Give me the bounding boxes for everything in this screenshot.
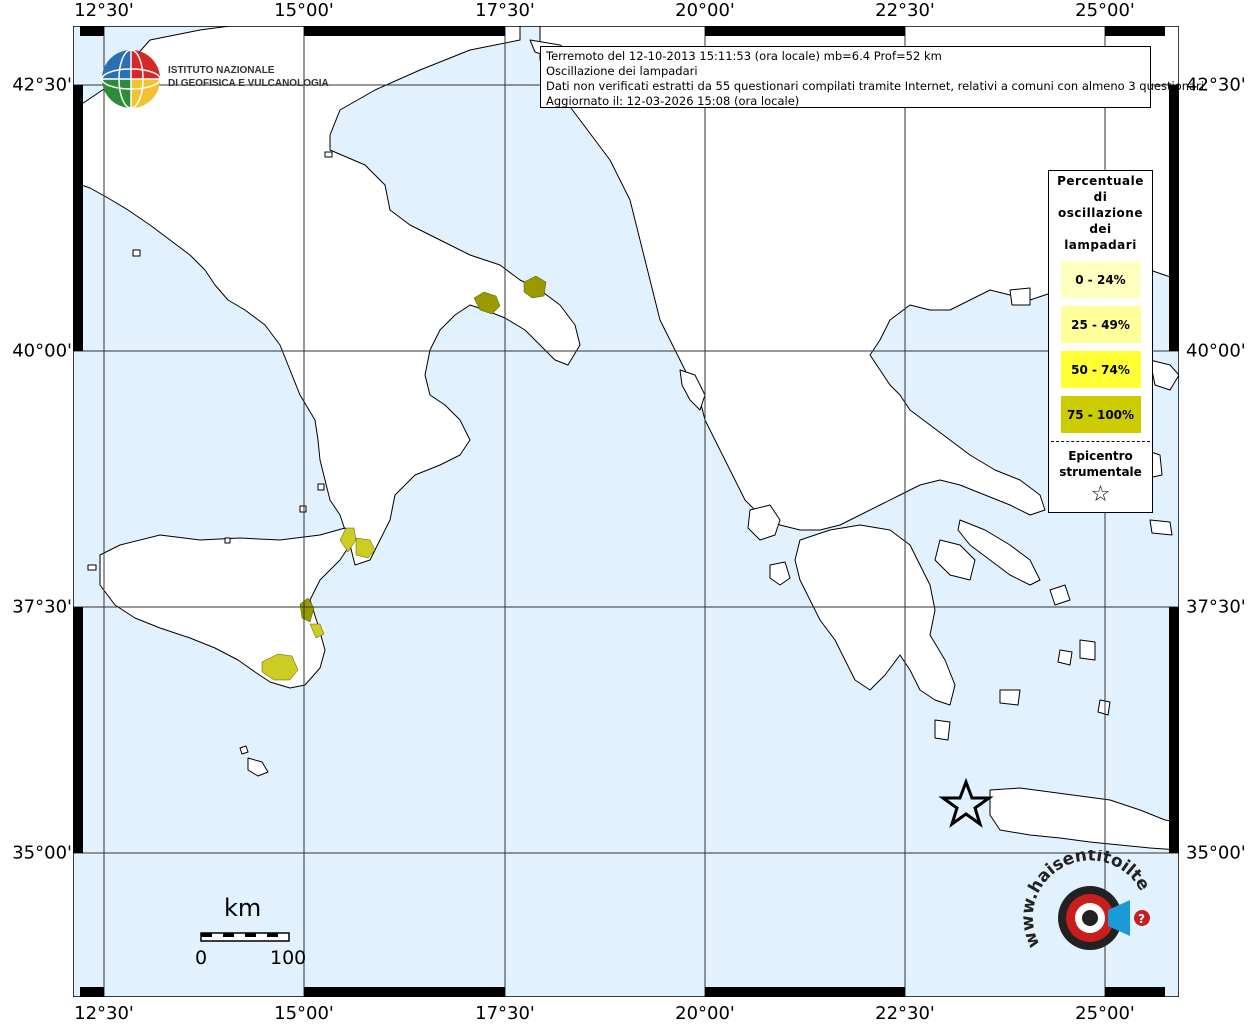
aeolian-2 [317, 483, 325, 491]
legend-epicenter-line: Epicentro [1068, 449, 1133, 463]
haisentito-badge-icon: www.haisentitoilterremoto.it ? [1011, 835, 1154, 951]
left-lat-label-2: 40°00' [12, 340, 72, 362]
bottom-lon-label-1: 12°30' [74, 1003, 134, 1024]
left-lat-label-1: 42°30' [12, 74, 72, 96]
tremiti [324, 151, 333, 158]
samos [1149, 519, 1173, 536]
legend-item-label: 75 - 100% [1066, 407, 1135, 422]
left-lat-label-3: 37°30' [12, 596, 72, 618]
left-lat-label-4: 35°00' [12, 842, 72, 864]
ingv-globe-icon [101, 49, 161, 109]
ingv-name-line2: DI GEOFISICA E VULCANOLOGIA [168, 78, 329, 89]
event-updated: Aggiornato il: 12-03-2026 15:08 (ora loc… [546, 94, 800, 108]
top-lon-label-6: 25°00' [1075, 0, 1135, 21]
legend-item-75-100: 75 - 100% [1060, 396, 1141, 433]
right-lat-label-4: 35°00' [1186, 842, 1246, 864]
legend: Percentuale di oscillazione dei lampadar… [1048, 170, 1153, 513]
event-data-note: Dati non verificati estratti da 55 quest… [546, 79, 1208, 93]
legend-item-label: 0 - 24% [1075, 272, 1126, 287]
legend-item-50-74: 50 - 74% [1060, 351, 1141, 388]
top-lon-label-2: 15°00' [274, 0, 334, 21]
legend-title-line: dei [1089, 222, 1112, 236]
scale-bar-unit: km [224, 894, 262, 922]
thasos [1009, 287, 1031, 306]
scale-bar-max: 100 [270, 947, 307, 969]
milos [999, 689, 1021, 706]
bottom-lon-label-5: 22°30' [875, 1003, 935, 1024]
top-lon-label-3: 17°30' [475, 0, 535, 21]
egadi [87, 564, 97, 571]
event-title: Terremoto del 12-10-2013 15:11:53 (ora l… [546, 49, 942, 63]
scale-bar: km 0 100 [190, 890, 320, 980]
scale-bar-min: 0 [195, 947, 208, 969]
legend-divider [1051, 441, 1150, 442]
map[interactable] [73, 26, 1179, 997]
legend-item-25-49: 25 - 49% [1060, 306, 1141, 343]
legend-title-line: oscillazione [1058, 206, 1143, 220]
bottom-lon-label-3: 17°30' [475, 1003, 535, 1024]
right-lat-label-3: 37°30' [1186, 596, 1246, 618]
ischia [132, 249, 141, 257]
bottom-lon-label-4: 20°00' [675, 1003, 735, 1024]
star-icon: ☆ [1090, 482, 1111, 507]
svg-text:?: ? [1138, 912, 1145, 926]
bottom-lon-label-6: 25°00' [1075, 1003, 1135, 1024]
ingv-name-line1: ISTITUTO NAZIONALE [168, 65, 275, 76]
legend-item-0-24: 0 - 24% [1060, 261, 1141, 298]
legend-epicenter-label: Epicentro strumentale [1049, 448, 1152, 480]
ustica [224, 537, 231, 544]
legend-title: Percentuale di oscillazione dei lampadar… [1049, 173, 1152, 253]
gozo [239, 745, 249, 755]
kythira [934, 719, 951, 741]
legend-title-line: Percentuale [1057, 174, 1144, 188]
scale-bar-graphic [200, 932, 290, 942]
legend-item-label: 50 - 74% [1071, 362, 1130, 377]
legend-title-line: lampadari [1064, 238, 1137, 252]
santorini [1097, 699, 1111, 716]
bottom-lon-label-2: 15°00' [274, 1003, 334, 1024]
top-lon-label-1: 12°30' [74, 0, 134, 21]
paros [1057, 649, 1073, 666]
legend-epicenter-line: strumentale [1059, 465, 1142, 479]
top-lon-label-4: 20°00' [675, 0, 735, 21]
haisentito-logo[interactable]: www.haisentitoilterremoto.it ? [1011, 835, 1160, 980]
legend-item-label: 25 - 49% [1071, 317, 1130, 332]
event-info-box: Terremoto del 12-10-2013 15:11:53 (ora l… [540, 46, 1208, 108]
legend-title-line: di [1093, 190, 1108, 204]
ingv-logo: ISTITUTO NAZIONALE DI GEOFISICA E VULCAN… [100, 48, 329, 110]
event-subtitle: Oscillazione dei lampadari [546, 64, 698, 78]
top-lon-label-5: 22°30' [875, 0, 935, 21]
aeolian-1 [299, 505, 307, 513]
right-lat-label-2: 40°00' [1186, 340, 1246, 362]
naxos [1079, 639, 1096, 661]
